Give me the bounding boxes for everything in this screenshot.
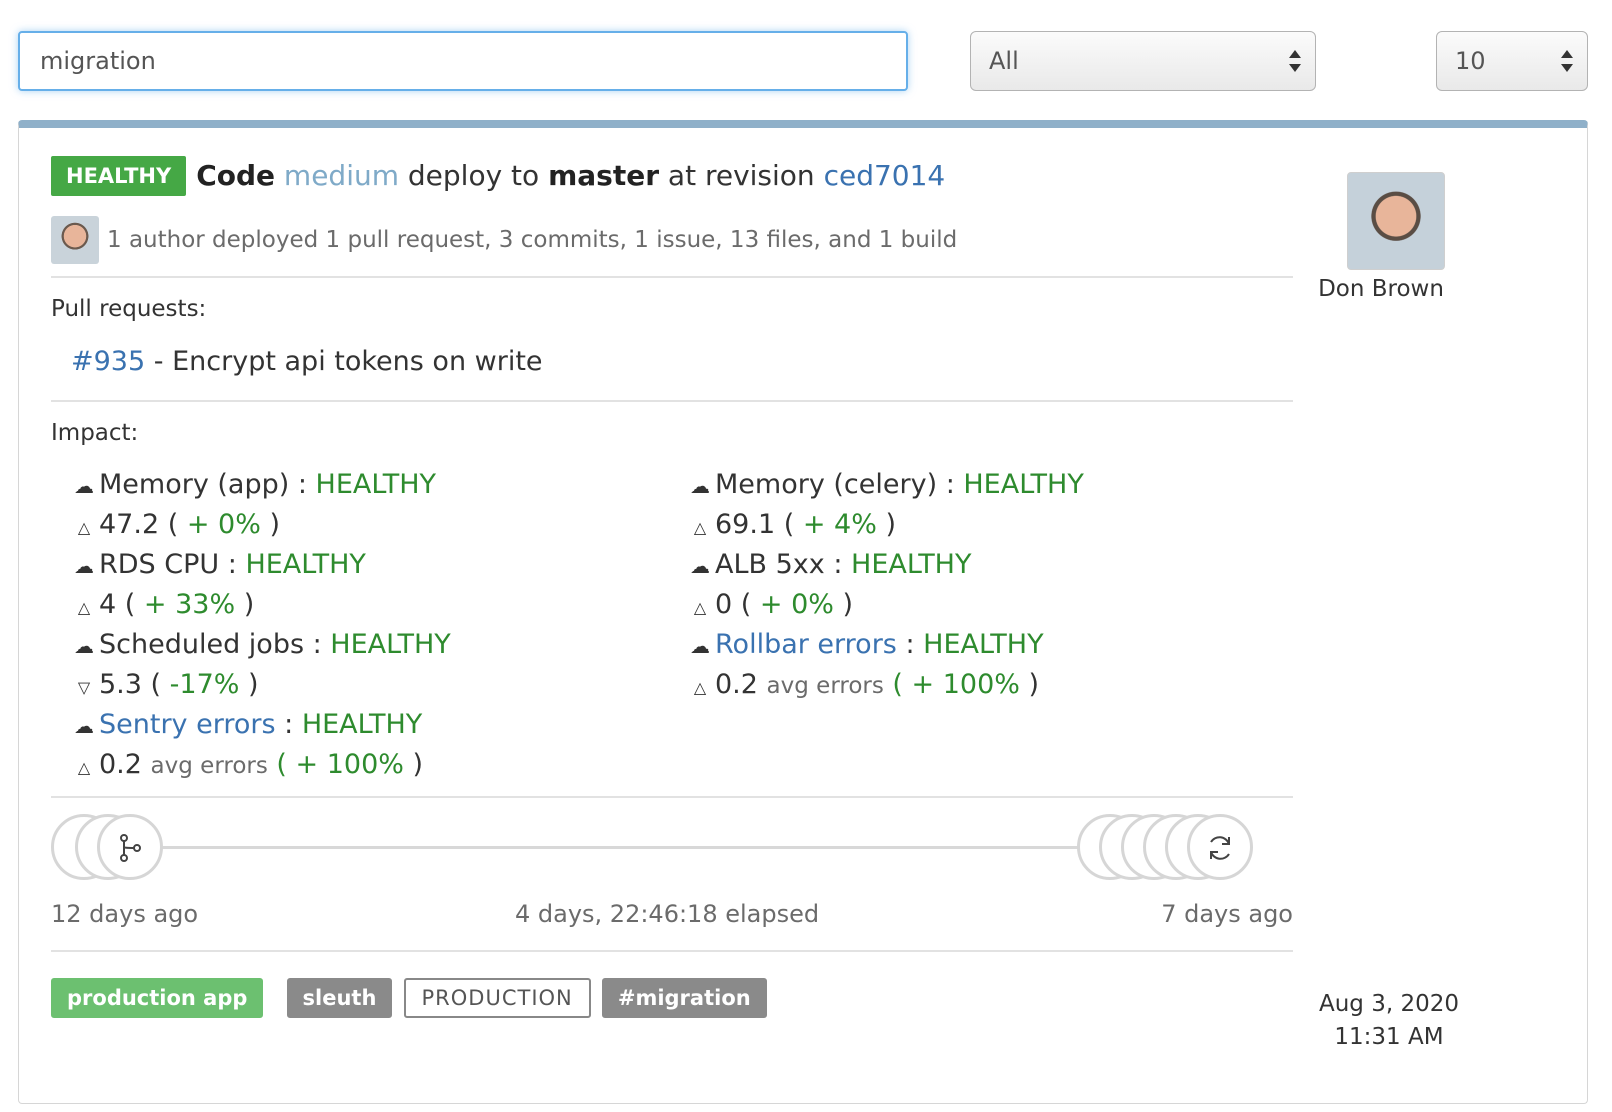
metric-change: + 100% [295, 749, 404, 780]
tag-migration[interactable]: #migration [601, 978, 767, 1018]
tag-sleuth[interactable]: sleuth [286, 978, 393, 1018]
trend-up-icon [685, 586, 715, 628]
impact-metric-value: 47.2 ( + 0% ) [69, 505, 669, 545]
title-prefix: Code [196, 159, 276, 192]
author-box: Don Brown [1318, 172, 1461, 302]
summary-text: 1 author deployed 1 pull request, 3 comm… [107, 227, 958, 253]
revision-link[interactable]: ced7014 [824, 159, 946, 192]
divider [51, 400, 1293, 402]
metric-change: + 100% [911, 669, 1020, 700]
deploy-card: HEALTHY Code medium deploy to master at r… [18, 120, 1588, 1104]
trend-up-icon [69, 506, 99, 548]
pull-request-title: Encrypt api tokens on write [172, 346, 543, 377]
title-revision-label: at revision [667, 159, 815, 192]
pull-requests-label: Pull requests: [51, 296, 207, 322]
metric-status: HEALTHY [315, 469, 436, 500]
timeline-elapsed-label: 4 days, 22:46:18 elapsed [515, 900, 820, 928]
impact-metric-value: 4 ( + 33% ) [69, 585, 669, 625]
impact-metric-header: Memory (celery) : HEALTHY [685, 465, 1285, 505]
metric-change: + 0% [759, 589, 834, 620]
trend-up-icon [685, 666, 715, 708]
tag-production-app[interactable]: production app [51, 978, 264, 1018]
metric-cloud-icon [69, 546, 99, 586]
pull-request-separator: - [153, 346, 164, 377]
metric-change: + 0% [186, 509, 261, 540]
project-link[interactable]: medium [284, 159, 399, 192]
timeline-start-label: 12 days ago [51, 900, 199, 928]
metric-change: + 4% [802, 509, 877, 540]
metric-status: HEALTHY [923, 629, 1044, 660]
impact-metric-value: 5.3 ( -17% ) [69, 665, 669, 705]
select-arrows-icon [1561, 48, 1573, 74]
trend-up-icon [69, 746, 99, 788]
per-page-select[interactable]: 10 [1436, 31, 1588, 91]
impact-metric-header: Rollbar errors : HEALTHY [685, 625, 1285, 665]
metric-cloud-icon [685, 466, 715, 506]
per-page-value: 10 [1455, 47, 1486, 75]
branch-icon [120, 834, 141, 862]
metric-status: HEALTHY [245, 549, 366, 580]
deploy-timeline: ( - - - ≀ ≀ ≀ [51, 814, 1293, 880]
select-arrows-icon [1289, 48, 1301, 74]
divider [51, 276, 1293, 278]
impact-metric-value: 0 ( + 0% ) [685, 585, 1285, 625]
metric-cloud-icon [69, 706, 99, 746]
rollbar-errors-link[interactable]: Rollbar errors [715, 629, 897, 660]
impact-label: Impact: [51, 420, 139, 446]
impact-column-left: Memory (app) : HEALTHY 47.2 ( + 0% ) RDS… [69, 465, 669, 785]
timeline-end-event[interactable] [1187, 814, 1253, 880]
divider [51, 796, 1293, 798]
impact-metric-header: Memory (app) : HEALTHY [69, 465, 669, 505]
status-badge: HEALTHY [51, 156, 187, 196]
pull-request-link[interactable]: #935 [71, 346, 145, 377]
trend-down-icon [69, 666, 99, 708]
timeline-start-event[interactable] [97, 814, 163, 880]
timeline-end-label: 7 days ago [1161, 900, 1293, 928]
author-name: Don Brown [1318, 276, 1444, 302]
sentry-errors-link[interactable]: Sentry errors [99, 709, 276, 740]
metric-change: + 33% [143, 589, 236, 620]
trend-up-icon [69, 586, 99, 628]
tag-environment[interactable]: PRODUCTION [403, 978, 591, 1018]
metric-cloud-icon [685, 626, 715, 666]
impact-metric-value: 0.2 avg errors ( + 100% ) [685, 665, 1285, 705]
metric-unit: avg errors [150, 753, 268, 779]
avatar[interactable] [1347, 172, 1445, 270]
status-filter-select[interactable]: All [970, 31, 1316, 91]
branch-name: master [548, 159, 659, 192]
impact-metric-header: RDS CPU : HEALTHY [69, 545, 669, 585]
metric-status: HEALTHY [963, 469, 1084, 500]
trend-up-icon [685, 506, 715, 548]
refresh-icon [1210, 836, 1230, 860]
metric-unit: avg errors [766, 673, 884, 699]
deploy-tags: production app sleuth PRODUCTION #migrat… [51, 978, 773, 1020]
impact-metric-value: 69.1 ( + 4% ) [685, 505, 1285, 545]
search-input[interactable] [18, 31, 908, 91]
metric-change: -17% [169, 669, 240, 700]
metric-status: HEALTHY [851, 549, 972, 580]
deploy-date-day: Aug 3, 2020 [1318, 991, 1459, 1017]
divider [51, 950, 1293, 952]
deploy-title: HEALTHY Code medium deploy to master at r… [51, 156, 945, 196]
status-filter-value: All [989, 47, 1019, 75]
metric-cloud-icon [69, 626, 99, 666]
metric-status: HEALTHY [330, 629, 451, 660]
avatar[interactable] [51, 216, 99, 264]
deploy-summary: 1 author deployed 1 pull request, 3 comm… [51, 216, 957, 264]
impact-metric-header: Scheduled jobs : HEALTHY [69, 625, 669, 665]
title-middle: deploy to [407, 159, 540, 192]
deploy-date-time: 11:31 AM [1334, 1024, 1444, 1050]
impact-metric-value: 0.2 avg errors ( + 100% ) [69, 745, 669, 785]
impact-metric-header: Sentry errors : HEALTHY [69, 705, 669, 745]
impact-column-right: Memory (celery) : HEALTHY 69.1 ( + 4% ) … [685, 465, 1285, 705]
metric-status: HEALTHY [301, 709, 423, 740]
metric-cloud-icon [69, 466, 99, 506]
pull-request-item: #935 - Encrypt api tokens on write [71, 346, 543, 377]
metric-cloud-icon [685, 546, 715, 586]
timeline-track [101, 846, 1193, 849]
impact-metric-header: ALB 5xx : HEALTHY [685, 545, 1285, 585]
deploy-date: Aug 3, 2020 11:31 AM [1309, 988, 1469, 1054]
